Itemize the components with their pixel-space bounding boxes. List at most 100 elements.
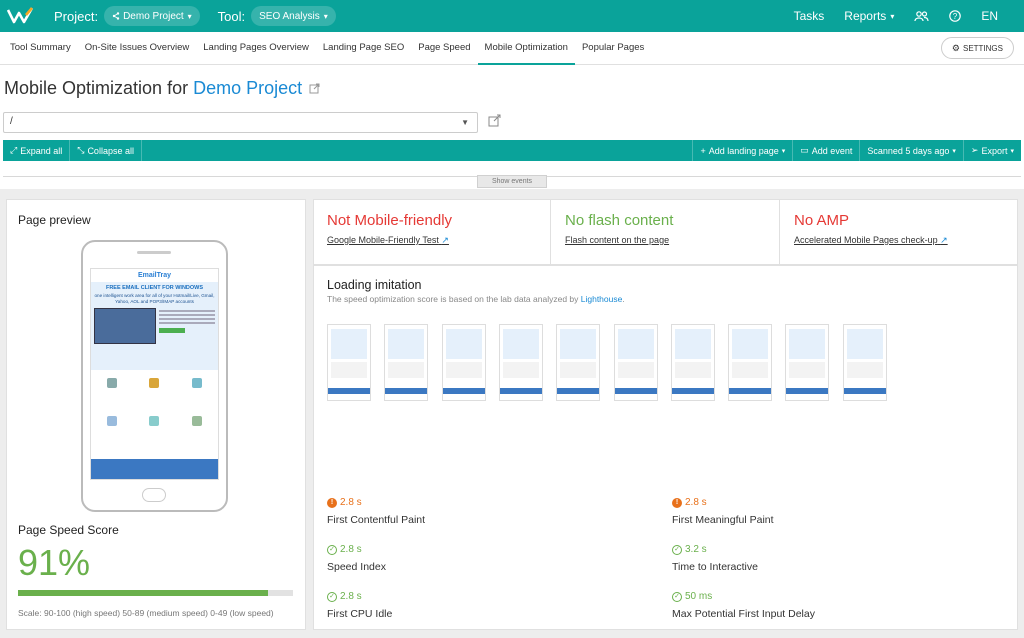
add-event-button[interactable]: ▭ Add event [793,140,861,161]
settings-button[interactable]: ⚙ SETTINGS [940,37,1014,59]
filmstrip-frame [670,324,715,401]
site-feature-icon [191,378,202,388]
score-scale: Scale: 90-100 (high speed) 50-89 (medium… [18,608,274,618]
page-title: Mobile Optimization for Demo Project [4,78,320,99]
metric-value: 50 ms [685,591,713,602]
page-speed-score-title: Page Speed Score [18,523,119,537]
project-selector[interactable]: Demo Project ▾ [104,6,200,26]
metric-value: 2.8 s [340,497,362,508]
frame-footer [786,388,829,394]
collapse-all-label: Collapse all [87,145,134,156]
status-amp: No AMP Accelerated Mobile Pages check-up… [780,200,1017,264]
export-button[interactable]: ➢ Export ▾ [964,140,1021,161]
reports-menu[interactable]: Reports ▾ [844,9,894,23]
add-landing-page-label: Add landing page [708,145,779,156]
chevron-down-icon: ▾ [781,147,786,155]
score-bar-fill [18,590,269,596]
filmstrip-frame [842,324,887,401]
show-events-button[interactable]: Show events [477,175,547,188]
tab-page-speed[interactable]: Page Speed [411,32,477,65]
filmstrip-frame [728,324,773,401]
frame-footer [328,388,370,394]
plus-icon: + [700,145,706,156]
flash-content-link[interactable]: Flash content on the page [565,235,765,245]
site-screenshot [94,308,215,344]
amp-checkup-label: Accelerated Mobile Pages check-up [794,235,938,245]
expand-icon: ⤢ [10,145,18,155]
mobile-friendly-test-link[interactable]: Google Mobile-Friendly Test ↗ [327,235,537,246]
frame-footer [729,388,772,394]
mobile-friendly-test-label: Google Mobile-Friendly Test [327,235,439,245]
amp-checkup-link[interactable]: Accelerated Mobile Pages check-up ↗ [794,235,1003,246]
tool-value: SEO Analysis [259,10,320,22]
frame-footer [557,388,600,394]
page-preview-title: Page preview [18,213,91,227]
frame-hero [617,329,654,359]
expand-all-button[interactable]: ⤢ Expand all [3,140,71,161]
status-title: No AMP [794,212,850,229]
tab-mobile-optimization[interactable]: Mobile Optimization [477,32,575,65]
share-icon [112,12,120,20]
frame-content [846,362,883,378]
site-app-image [94,308,156,344]
help-icon[interactable]: ? [949,10,962,22]
site-feature-icon [191,416,202,426]
page-preview-panel: Page preview EmailTray FREE EMAIL CLIENT… [6,199,306,630]
tab-landing-page-seo[interactable]: Landing Page SEO [316,32,411,65]
project-value: Demo Project [123,10,184,22]
app-logo[interactable] [4,0,36,32]
frame-content [789,362,826,378]
status-title: Not Mobile-friendly [327,212,453,229]
tab-landing-pages-overview[interactable]: Landing Pages Overview [196,32,316,65]
gear-icon: ⚙ [951,42,960,53]
url-select[interactable]: / ▼ [3,112,478,133]
project-link[interactable]: Demo Project [193,78,302,98]
scanned-dropdown[interactable]: Scanned 5 days ago ▾ [860,140,964,161]
main-content: Mobile Optimization for Demo Project / ▼… [0,65,1024,638]
filmstrip-frame [785,324,830,401]
top-bar: Project: Demo Project ▾ Tool: SEO Analys… [0,0,1024,32]
loading-description: The speed optimization score is based on… [327,294,625,304]
status-title: No flash content [565,212,674,229]
filmstrip-frame [327,324,371,401]
scanned-label: Scanned 5 days ago [867,145,950,156]
chevron-down-icon: ▾ [952,147,956,155]
site-footer-banner [91,459,218,479]
external-link-icon[interactable] [309,83,320,94]
metric-value: 2.8 s [340,544,362,555]
warning-icon: ! [672,497,682,508]
users-icon[interactable] [914,10,929,22]
frame-footer [671,388,714,394]
frame-hero [502,329,539,359]
open-url-icon[interactable] [488,114,502,127]
tool-label: Tool: [217,8,246,24]
site-feature-icon [107,416,118,426]
tab-onsite-issues[interactable]: On-Site Issues Overview [78,32,197,65]
site-headline: FREE EMAIL CLIENT FOR WINDOWS [105,285,204,291]
metric-first-cpu-idle: ✓ 2.8 s First CPU Idle [327,591,392,620]
settings-label: SETTINGS [962,43,1003,53]
chevron-down-icon: ▾ [323,11,328,21]
metric-name: Time to Interactive [672,561,758,573]
tab-tool-summary[interactable]: Tool Summary [3,32,78,65]
language-selector[interactable]: EN [981,9,998,23]
chevron-down-icon: ▾ [1010,147,1014,155]
add-landing-page-button[interactable]: + Add landing page ▾ [692,140,794,161]
frame-content [560,362,597,378]
loading-desc-end: . [622,294,625,304]
check-circle-icon: ✓ [672,544,682,555]
metric-name: First Meaningful Paint [672,514,774,526]
metric-value: 2.8 s [685,497,707,508]
phone-screen: EmailTray FREE EMAIL CLIENT FOR WINDOWS … [90,268,219,480]
caret-down-icon: ▼ [461,118,469,127]
expand-all-label: Expand all [20,145,63,156]
tool-selector[interactable]: SEO Analysis ▾ [251,6,336,26]
check-circle-icon: ✓ [327,591,337,602]
site-features-grid [91,416,218,426]
site-brand: EmailTray [137,272,172,279]
tasks-link[interactable]: Tasks [794,9,825,23]
page-speed-score: 91% [18,542,91,583]
lighthouse-link[interactable]: Lighthouse [581,294,623,304]
collapse-all-button[interactable]: ⤡ Collapse all [70,140,142,161]
tab-popular-pages[interactable]: Popular Pages [575,32,651,65]
